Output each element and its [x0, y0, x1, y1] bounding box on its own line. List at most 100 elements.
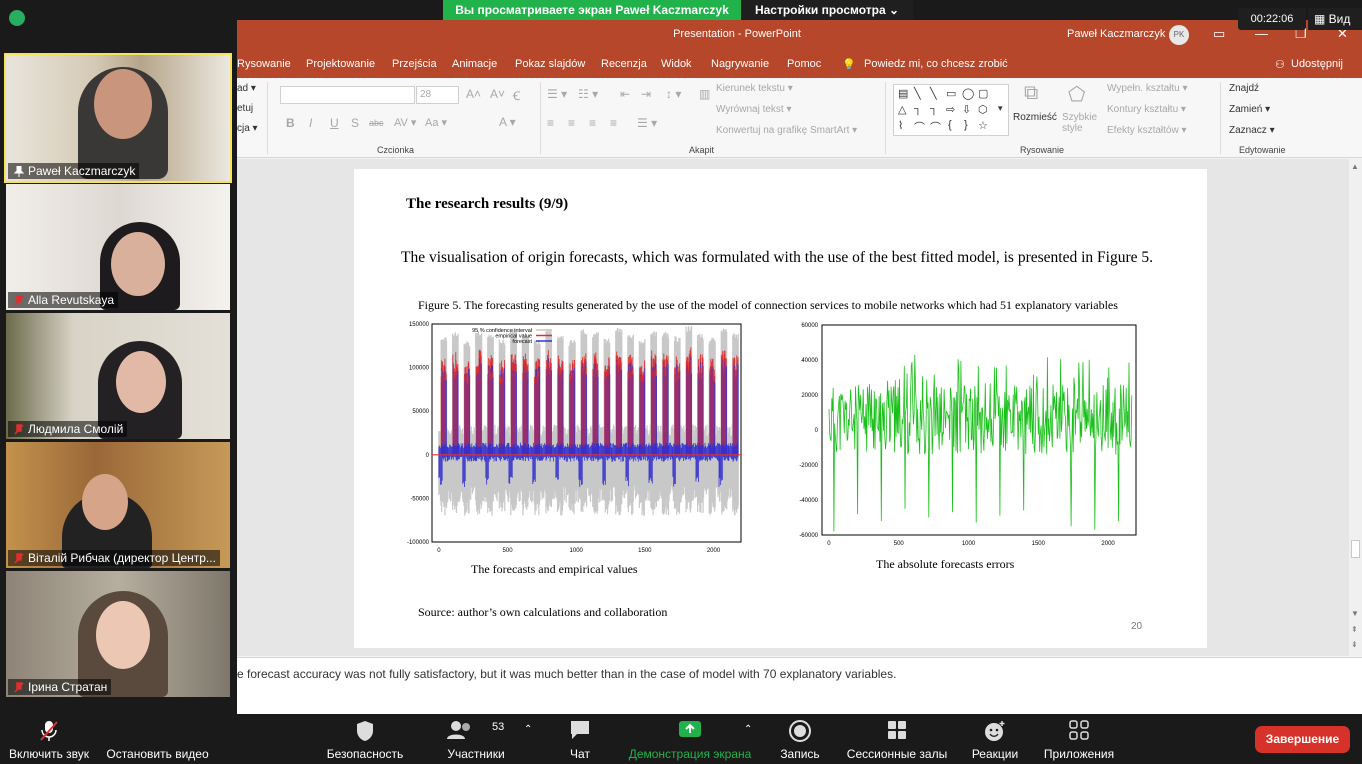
ribbon-display-icon[interactable]: ▭	[1213, 26, 1225, 42]
slide-canvas[interactable]: The research results (9/9) The visualisa…	[354, 169, 1207, 648]
video-tile[interactable]: Alla Revutskaya	[6, 184, 230, 310]
align-right-icon[interactable]: ≡	[589, 116, 596, 130]
rectangle-shape-icon[interactable]: ▭	[946, 87, 956, 100]
smartart-button[interactable]: Konwertuj na grafikę SmartArt ▾	[716, 125, 857, 136]
share-button[interactable]: Udostępnij	[1291, 58, 1343, 70]
record-button[interactable]: Запись	[770, 714, 830, 764]
numbering-icon[interactable]: ☷ ▾	[578, 87, 598, 101]
replace-button[interactable]: Zamień ▾	[1229, 104, 1270, 115]
tab-nagrywanie[interactable]: Nagrywanie	[711, 58, 769, 70]
participants-button[interactable]: 53 Участники	[430, 714, 522, 764]
participants-caret-icon[interactable]: ⌃	[524, 724, 532, 735]
video-tile[interactable]: Paweł Kaczmarczyk	[4, 53, 232, 183]
view-button[interactable]: ▦ Вид	[1308, 8, 1362, 30]
unmute-button[interactable]: Включить звук	[4, 714, 94, 764]
bullets-icon[interactable]: ☰ ▾	[547, 87, 567, 101]
underline-icon[interactable]: U	[330, 116, 339, 130]
shape-outline-button[interactable]: Kontury kształtu ▾	[1107, 104, 1186, 115]
video-tile[interactable]: Віталій Рибчак (директор Центр...	[6, 442, 230, 568]
quick-styles-button[interactable]: Szybkie style	[1062, 112, 1102, 134]
line-spacing-icon[interactable]: ↕ ▾	[666, 87, 681, 101]
line-shape-icon[interactable]: ╲	[930, 87, 937, 100]
columns-icon[interactable]: ▥	[699, 87, 710, 101]
security-button[interactable]: Безопасность	[320, 714, 410, 764]
oval-shape-icon[interactable]: ◯	[962, 87, 974, 100]
end-meeting-button[interactable]: Завершение	[1255, 726, 1350, 753]
font-shrink-icon[interactable]: A˅	[490, 87, 505, 101]
text-direction-button[interactable]: Kierunek tekstu ▾	[716, 83, 793, 94]
tab-pokaz-slajdow[interactable]: Pokaz slajdów	[515, 58, 585, 70]
justify-icon[interactable]: ≡	[610, 116, 617, 130]
textbox-shape-icon[interactable]: ▤	[898, 87, 908, 100]
decrease-indent-icon[interactable]: ⇤	[620, 87, 630, 101]
share-caret-icon[interactable]: ⌃	[744, 724, 752, 735]
align-left-icon[interactable]: ≡	[547, 116, 554, 130]
tab-rysowanie[interactable]: Rysowanie	[237, 58, 291, 70]
rounded-rect-icon[interactable]: ▢	[978, 87, 988, 100]
shape-effects-button[interactable]: Efekty kształtów ▾	[1107, 125, 1187, 136]
font-size-select[interactable]: 28	[416, 86, 459, 104]
gallery-more-icon[interactable]: ▾	[998, 103, 1003, 114]
curve-shape-icon[interactable]: ⌒	[930, 119, 941, 135]
reactions-button[interactable]: Реакции	[965, 714, 1025, 764]
tab-projektowanie[interactable]: Projektowanie	[306, 58, 375, 70]
apps-button[interactable]: Приложения	[1040, 714, 1118, 764]
line-shape-icon[interactable]: ╲	[914, 87, 921, 100]
avatar[interactable]: PK	[1169, 25, 1189, 45]
shape-fill-button[interactable]: Wypełn. kształtu ▾	[1107, 83, 1188, 94]
star-shape-icon[interactable]: ☆	[978, 119, 988, 132]
quick-styles-icon[interactable]: ⬠	[1068, 82, 1085, 107]
increase-indent-icon[interactable]: ⇥	[641, 87, 651, 101]
scroll-down-icon[interactable]: ▼	[1351, 609, 1359, 618]
vertical-scrollbar[interactable]: ▲ ▼ ⇞ ⇟	[1349, 159, 1362, 656]
scroll-thumb[interactable]	[1351, 540, 1360, 558]
stop-video-button[interactable]: Остановить видео	[100, 714, 215, 764]
change-case-icon[interactable]: Aa ▾	[425, 116, 447, 129]
connector-icon[interactable]: ┐	[914, 103, 922, 115]
prev-slide-icon[interactable]: ⇞	[1351, 625, 1358, 634]
video-tile[interactable]: Ірина Стратан	[6, 571, 230, 697]
tab-przejscia[interactable]: Przejścia	[392, 58, 437, 70]
find-button[interactable]: Znajdź	[1229, 83, 1259, 94]
brace-shape-icon[interactable]: }	[964, 119, 968, 131]
view-options-dropdown[interactable]: Настройки просмотра ⌄	[741, 0, 913, 20]
connector-icon[interactable]: ┐	[930, 103, 938, 115]
tab-widok[interactable]: Widok	[661, 58, 692, 70]
italic-icon[interactable]: I	[309, 116, 312, 130]
curve-shape-icon[interactable]: ⌇	[898, 119, 903, 132]
arrow-shape-icon[interactable]: ⇩	[962, 103, 971, 116]
font-name-select[interactable]	[280, 86, 415, 104]
speaker-notes[interactable]: e forecast accuracy was not fully satisf…	[237, 657, 1362, 714]
align-text-button[interactable]: Wyrównaj tekst ▾	[716, 104, 792, 115]
triangle-shape-icon[interactable]: △	[898, 103, 906, 116]
arrange-button[interactable]: Rozmieść	[1013, 112, 1057, 123]
video-tile[interactable]: Людмила Смолій	[6, 313, 230, 439]
chat-button[interactable]: Чат	[555, 714, 605, 764]
select-button[interactable]: Zaznacz ▾	[1229, 125, 1275, 136]
font-grow-icon[interactable]: A˄	[466, 87, 481, 101]
clear-formatting-icon[interactable]: Ꞓ	[513, 87, 520, 104]
next-slide-icon[interactable]: ⇟	[1351, 640, 1358, 649]
strikethrough-icon[interactable]: abc	[369, 118, 384, 128]
align-center-icon[interactable]: ≡	[568, 116, 575, 130]
arrow-shape-icon[interactable]: ⇨	[946, 103, 955, 116]
encryption-shield-icon[interactable]	[9, 10, 25, 26]
tab-animacje[interactable]: Animacje	[452, 58, 497, 70]
ribbon-partial-2[interactable]: etuj	[237, 103, 253, 114]
shadow-icon[interactable]: S	[351, 116, 359, 130]
tab-pomoc[interactable]: Pomoc	[787, 58, 821, 70]
bold-icon[interactable]: B	[286, 116, 295, 130]
distributed-icon[interactable]: ☰ ▾	[637, 116, 657, 130]
spacing-icon[interactable]: AV ▾	[394, 116, 416, 129]
tell-me-search[interactable]: Powiedz mi, co chcesz zrobić	[864, 58, 1008, 70]
ribbon-partial-1[interactable]: ad ▾	[237, 83, 256, 94]
callout-shape-icon[interactable]: ⬡	[978, 103, 988, 116]
shapes-gallery[interactable]: ▤ ╲ ╲ ▭ ◯ ▢ △ ┐ ┐ ⇨ ⇩ ⬡ ⌇ ⌒ ⌒ { } ☆ ▾	[893, 84, 1009, 136]
arrange-icon[interactable]: ⧉	[1024, 82, 1038, 105]
breakout-rooms-button[interactable]: Сессионные залы	[845, 714, 949, 764]
brace-shape-icon[interactable]: {	[948, 119, 952, 131]
scroll-up-icon[interactable]: ▲	[1351, 162, 1359, 171]
font-color-icon[interactable]: A ▾	[499, 115, 516, 129]
curve-shape-icon[interactable]: ⌒	[914, 119, 925, 135]
ribbon-partial-3[interactable]: cja ▾	[237, 123, 258, 134]
